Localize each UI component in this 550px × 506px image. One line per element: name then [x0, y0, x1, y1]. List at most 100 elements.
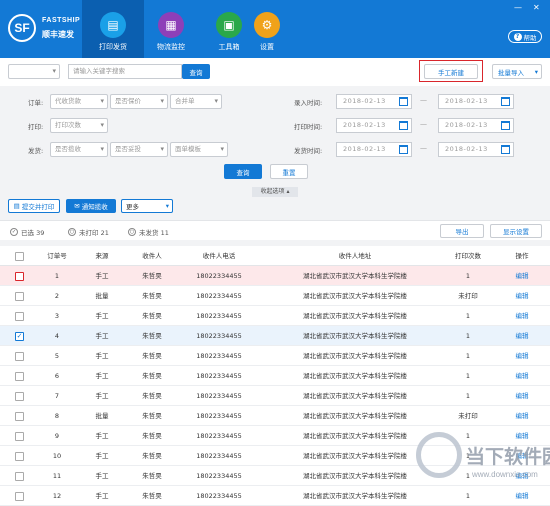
- cell-print-count: 1: [465, 372, 471, 380]
- print-time-end[interactable]: 2018-02-13: [438, 118, 514, 133]
- row-checkbox[interactable]: [15, 272, 24, 281]
- cell-print-count: 未打印: [458, 412, 478, 420]
- filter-query-button[interactable]: 查询: [224, 164, 262, 179]
- entry-time-end[interactable]: 2018-02-13: [438, 94, 514, 109]
- cell-phone: 18022334455: [196, 472, 242, 480]
- waybill-template-select[interactable]: 面单模板: [170, 142, 228, 157]
- ship-time-end[interactable]: 2018-02-13: [438, 142, 514, 157]
- print-time-label: 打印时间:: [294, 123, 323, 131]
- collapse-options-toggle[interactable]: 收起选项 ▴: [252, 187, 298, 197]
- row-checkbox[interactable]: [15, 372, 24, 381]
- nav-print-ship[interactable]: ▤ 打印发货: [82, 0, 144, 58]
- col-address: 收件人地址: [338, 252, 372, 260]
- table-row[interactable]: 1 手工 朱哲昊 18022334455 湖北省武汉市武汉大学本科生学院楼 1 编辑: [0, 266, 550, 286]
- selected-count: ✓ 已选 39: [10, 227, 44, 237]
- table-row[interactable]: 2 批量 朱哲昊 18022334455 湖北省武汉市武汉大学本科生学院楼 未打印 编辑: [0, 286, 550, 306]
- notify-pickup-label: 通知揽收: [81, 203, 108, 211]
- cell-edit-link[interactable]: 编辑: [508, 346, 536, 366]
- row-checkbox[interactable]: [15, 352, 24, 361]
- cell-print-count: 1: [465, 312, 471, 320]
- cell-edit-link[interactable]: 编辑: [508, 386, 536, 406]
- table-row[interactable]: 6 手工 朱哲昊 18022334455 湖北省武汉市武汉大学本科生学院楼 1 编辑: [0, 366, 550, 386]
- order-filter-label: 订单:: [28, 99, 44, 107]
- delivered-select[interactable]: 是否妥投: [110, 142, 168, 157]
- table-row[interactable]: 3 手工 朱哲昊 18022334455 湖北省武汉市武汉大学本科生学院楼 1 编辑: [0, 306, 550, 326]
- col-source: 来源: [95, 252, 109, 260]
- row-checkbox[interactable]: [15, 452, 24, 461]
- cell-address: 湖北省武汉市武汉大学本科生学院楼: [303, 412, 407, 420]
- cell-edit-link[interactable]: 编辑: [508, 286, 536, 306]
- nav-logistics-monitor[interactable]: ▦ 物流监控: [140, 0, 202, 58]
- submit-print-button[interactable]: ▤ 提交并打印: [8, 199, 60, 213]
- filter-reset-button[interactable]: 重置: [270, 164, 308, 179]
- cell-address: 湖北省武汉市武汉大学本科生学院楼: [303, 352, 407, 360]
- merged-select[interactable]: 合并单: [170, 94, 222, 109]
- batch-import-button[interactable]: 批量导入 ▾: [492, 64, 542, 79]
- nav-settings[interactable]: ⚙ 设置: [236, 0, 298, 58]
- cell-edit-link[interactable]: 编辑: [508, 366, 536, 386]
- ship-time-start[interactable]: 2018-02-13: [336, 142, 412, 157]
- minimize-icon[interactable]: —: [514, 3, 522, 12]
- cell-address: 湖北省武汉市武汉大学本科生学院楼: [303, 492, 407, 500]
- help-button[interactable]: ? 帮助: [508, 30, 542, 43]
- nav-print-ship-label: 打印发货: [99, 43, 127, 51]
- export-button[interactable]: 导出: [440, 224, 484, 238]
- print-time-start[interactable]: 2018-02-13: [336, 118, 412, 133]
- selected-count-text: 已选 39: [21, 229, 45, 237]
- search-type-select[interactable]: [8, 64, 60, 79]
- cell-source: 手工: [95, 352, 109, 360]
- printer-icon: ▤: [100, 12, 126, 38]
- calendar-icon: [399, 121, 408, 130]
- table-row[interactable]: 5 手工 朱哲昊 18022334455 湖北省武汉市武汉大学本科生学院楼 1 编辑: [0, 346, 550, 366]
- row-checkbox[interactable]: [15, 492, 24, 501]
- cell-order-no: 2: [54, 292, 60, 300]
- table-row[interactable]: ✓ 4 手工 朱哲昊 18022334455 湖北省武汉市武汉大学本科生学院楼 1 编辑: [0, 326, 550, 346]
- monitor-icon: ▦: [158, 12, 184, 38]
- cell-order-no: 1: [54, 272, 60, 280]
- row-checkbox[interactable]: [15, 292, 24, 301]
- entry-time-end-value: 2018-02-13: [445, 97, 488, 105]
- row-checkbox[interactable]: [15, 412, 24, 421]
- row-checkbox[interactable]: [15, 312, 24, 321]
- unprinted-count: ○ 未打印 21: [68, 227, 109, 237]
- table-row[interactable]: 7 手工 朱哲昊 18022334455 湖北省武汉市武汉大学本科生学院楼 1 编辑: [0, 386, 550, 406]
- more-select[interactable]: 更多 ▾: [121, 199, 173, 213]
- display-settings-button[interactable]: 显示设置: [490, 224, 542, 238]
- watermark-url: www.downxia.com: [472, 470, 538, 479]
- cell-source: 批量: [95, 412, 109, 420]
- cell-source: 手工: [95, 452, 109, 460]
- print-filter-label: 打印:: [28, 123, 44, 131]
- row-checkbox[interactable]: ✓: [15, 332, 24, 341]
- close-icon[interactable]: ✕: [533, 3, 540, 12]
- search-input[interactable]: 请输入关键字搜索: [68, 64, 182, 79]
- cell-edit-link[interactable]: 编辑: [508, 406, 536, 426]
- submit-print-label: 提交并打印: [21, 203, 55, 211]
- cell-recipient: 朱哲昊: [142, 272, 162, 280]
- row-checkbox[interactable]: [15, 472, 24, 481]
- row-checkbox[interactable]: [15, 392, 24, 401]
- cell-recipient: 朱哲昊: [142, 372, 162, 380]
- gear-icon: ⚙: [254, 12, 280, 38]
- picked-up-select[interactable]: 是否揽收: [50, 142, 108, 157]
- select-all-checkbox[interactable]: [15, 252, 24, 261]
- print-count-select[interactable]: 打印次数: [50, 118, 108, 133]
- cod-select[interactable]: 代收货款: [50, 94, 108, 109]
- insured-select[interactable]: 是否保价: [110, 94, 168, 109]
- cell-order-no: 12: [52, 492, 62, 500]
- unprinted-count-text: 未打印 21: [79, 229, 109, 237]
- cell-edit-link[interactable]: 编辑: [508, 266, 536, 286]
- cell-edit-link[interactable]: 编辑: [508, 326, 536, 346]
- cell-recipient: 朱哲昊: [142, 292, 162, 300]
- entry-time-start[interactable]: 2018-02-13: [336, 94, 412, 109]
- unshipped-count-text: 未发货 11: [139, 229, 169, 237]
- table-row[interactable]: 8 批量 朱哲昊 18022334455 湖北省武汉市武汉大学本科生学院楼 未打印 编辑: [0, 406, 550, 426]
- cell-print-count: 未打印: [458, 292, 478, 300]
- more-label: 更多: [126, 203, 139, 211]
- notify-pickup-button[interactable]: ✉ 通知揽收: [66, 199, 116, 213]
- row-checkbox[interactable]: [15, 432, 24, 441]
- search-button[interactable]: 查询: [182, 64, 210, 79]
- nav-logistics-monitor-label: 物流监控: [157, 43, 185, 51]
- chevron-down-icon: ▾: [534, 67, 538, 76]
- cell-phone: 18022334455: [196, 432, 242, 440]
- cell-edit-link[interactable]: 编辑: [508, 306, 536, 326]
